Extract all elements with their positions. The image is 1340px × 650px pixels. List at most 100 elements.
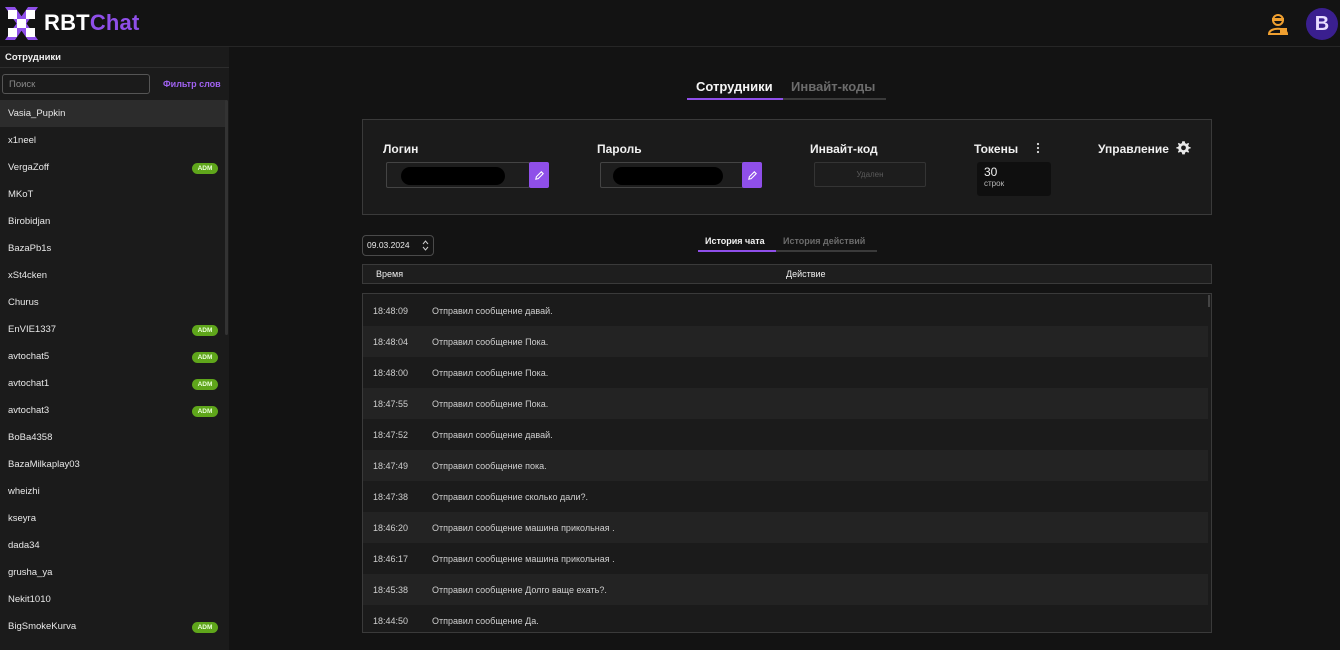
redacted-password (613, 167, 723, 185)
table-row: 18:47:49 Отправил сообщение пока. (363, 450, 1208, 481)
list-item[interactable]: wheizhi (0, 478, 226, 505)
admin-badge: ADM (192, 163, 218, 174)
list-item[interactable]: BazaPb1s (0, 235, 226, 262)
edit-login-button[interactable] (529, 162, 549, 188)
list-item[interactable]: Vasia_Pupkin (0, 100, 226, 127)
table-row: 18:48:00 Отправил сообщение Пока. (363, 357, 1208, 388)
employee-name: avtochat1 (8, 378, 50, 389)
time-cell: 18:45:38 (373, 585, 409, 595)
app-name-part1: RBT (44, 10, 90, 35)
tokens-box: 30 строк (977, 162, 1051, 196)
tab-action-history[interactable]: История действий (783, 236, 865, 246)
app-name-part2: Chat (89, 10, 140, 35)
list-item[interactable]: BoBa4358 (0, 424, 226, 451)
time-cell: 18:48:04 (373, 337, 409, 347)
app-name[interactable]: RBTChat (44, 10, 140, 36)
tokens-unit: строк (984, 179, 1005, 188)
edit-password-button[interactable] (742, 162, 762, 188)
table-scrollbar[interactable] (1208, 295, 1210, 307)
time-cell: 18:47:49 (373, 461, 409, 471)
search-input[interactable] (2, 74, 150, 94)
action-cell: Отправил сообщение Пока. (432, 337, 549, 347)
pencil-icon (534, 170, 544, 180)
logo-icon[interactable] (5, 7, 38, 40)
list-item[interactable]: Birobidjan (0, 208, 226, 235)
table-row: 18:46:20 Отправил сообщение машина прикол… (363, 512, 1208, 543)
column-action: Действие (786, 269, 826, 279)
employee-name: Birobidjan (8, 216, 51, 227)
admin-badge: ADM (192, 352, 218, 363)
invite-code-label: Инвайт-код (810, 142, 878, 156)
employee-name: VergaZoff (8, 162, 50, 173)
list-item[interactable]: avtochat3 ADM (0, 397, 226, 424)
list-item[interactable]: BazaMilkaplay03 (0, 451, 226, 478)
table-row: 18:47:52 Отправил сообщение давай. (363, 419, 1208, 450)
employee-name: Vasia_Pupkin (8, 108, 66, 119)
pencil-icon (747, 170, 757, 180)
list-item[interactable]: BigSmokeKurva ADM (0, 613, 226, 640)
spinner-arrows-icon[interactable] (422, 239, 429, 252)
employee-name: x1neel (8, 135, 36, 146)
action-cell: Отправил сообщение сколько дали?. (432, 492, 589, 502)
list-item[interactable]: MKoT (0, 181, 226, 208)
admin-badge: ADM (192, 325, 218, 336)
list-item[interactable]: kseyra (0, 505, 226, 532)
list-item[interactable]: grusha_ya (0, 559, 226, 586)
date-value: 09.03.2024 (367, 240, 410, 250)
top-bar: RBTChat B (0, 0, 1340, 47)
agent-icon[interactable] (1266, 12, 1290, 36)
list-item[interactable]: dada34 (0, 532, 226, 559)
gear-icon[interactable] (1176, 140, 1191, 155)
time-cell: 18:48:00 (373, 368, 409, 378)
admin-badge: ADM (192, 622, 218, 633)
time-cell: 18:46:17 (373, 554, 409, 564)
sidebar-scrollbar[interactable] (225, 100, 228, 335)
sidebar: Сотрудники Фильтр слов Vasia_Pupkin x1nee… (0, 47, 229, 650)
avatar[interactable]: B (1306, 8, 1338, 40)
list-item[interactable]: avtochat5 ADM (0, 343, 226, 370)
employee-name: kseyra (8, 513, 36, 524)
action-cell: Отправил сообщение пока. (432, 461, 547, 471)
time-cell: 18:47:52 (373, 430, 409, 440)
tokens-value: 30 (984, 165, 998, 179)
list-item[interactable]: Nekit1010 (0, 586, 226, 613)
action-cell: Отправил сообщение Да. (432, 616, 539, 626)
date-picker[interactable]: 09.03.2024 (362, 235, 434, 256)
time-cell: 18:46:20 (373, 523, 409, 533)
manage-label: Управление (1098, 142, 1169, 156)
employee-name: BazaMilkaplay03 (8, 459, 80, 470)
password-field[interactable] (600, 162, 744, 188)
list-item[interactable]: EnVIE1337 ADM (0, 316, 226, 343)
tab-employees[interactable]: Сотрудники (696, 79, 773, 94)
login-field[interactable] (386, 162, 530, 188)
employee-name: BoBa4358 (8, 432, 53, 443)
filter-words-link[interactable]: Фильтр слов (163, 79, 221, 89)
employee-name: avtochat3 (8, 405, 50, 416)
invite-code-field: Удален (814, 162, 926, 187)
list-item[interactable]: x1neel (0, 127, 226, 154)
tokens-label: Токены (974, 142, 1019, 156)
list-item[interactable]: xSt4cken (0, 262, 226, 289)
table-row: 18:46:17 Отправил сообщение машина прикол… (363, 543, 1208, 574)
action-cell: Отправил сообщение машина прикольная . (432, 523, 615, 533)
list-item[interactable]: VergaZoff ADM (0, 154, 226, 181)
employee-name: dada34 (8, 540, 40, 551)
table-header: Время Действие (362, 264, 1212, 284)
column-time: Время (376, 269, 404, 279)
sidebar-divider (0, 67, 229, 68)
employee-name: wheizhi (8, 486, 40, 497)
action-cell: Отправил сообщение давай. (432, 306, 553, 316)
tab-invite-codes[interactable]: Инвайт-коды (791, 79, 875, 94)
password-label: Пароль (597, 142, 642, 156)
kebab-menu-icon[interactable] (1035, 142, 1041, 154)
table-row: 18:47:38 Отправил сообщение сколько дали?… (363, 481, 1208, 512)
time-cell: 18:47:55 (373, 399, 409, 409)
employee-name: Churus (8, 297, 39, 308)
tab-chat-history[interactable]: История чата (705, 236, 765, 246)
list-item[interactable]: Churus (0, 289, 226, 316)
subtab-underline-inactive (776, 250, 877, 252)
time-cell: 18:47:38 (373, 492, 409, 502)
admin-badge: ADM (192, 406, 218, 417)
list-item[interactable]: avtochat1 ADM (0, 370, 226, 397)
action-cell: Отправил сообщение Долго ваще ехать?. (432, 585, 607, 595)
